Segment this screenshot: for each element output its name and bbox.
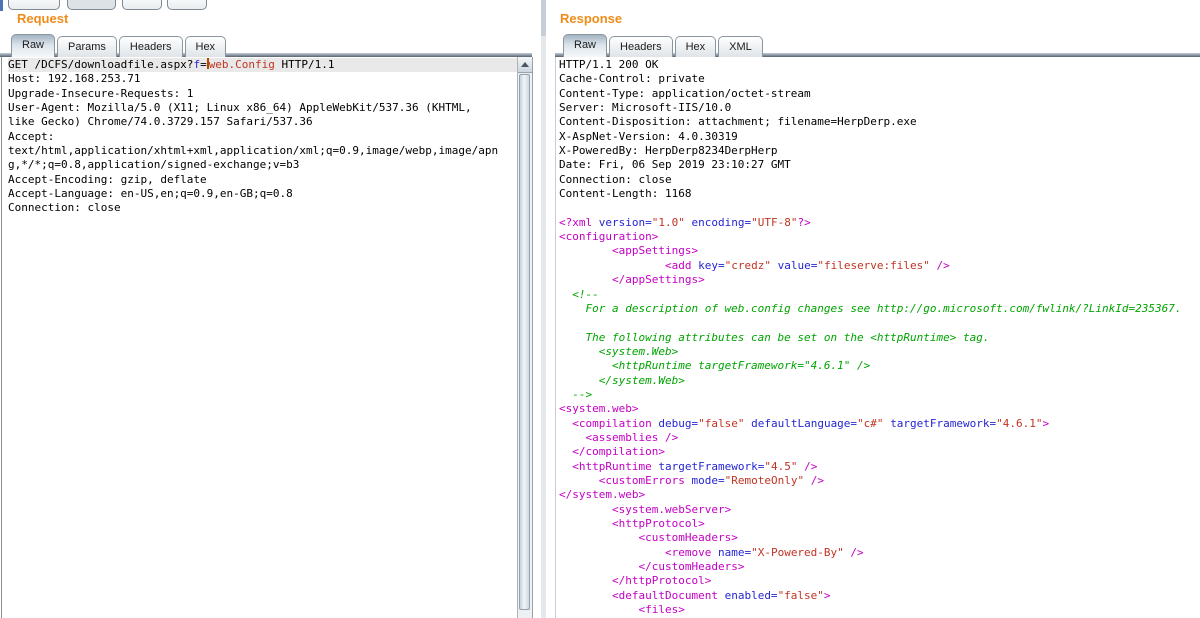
code-line: <httpProtocol> bbox=[559, 517, 1200, 531]
scrollbar-thumb[interactable] bbox=[519, 74, 530, 610]
scroll-up-button[interactable] bbox=[518, 57, 532, 73]
code-line bbox=[559, 316, 1200, 330]
code-line: <compilation debug="false" defaultLangua… bbox=[559, 417, 1200, 431]
code-line: HTTP/1.1 200 OK bbox=[559, 58, 1200, 72]
code-line: <?xml version="1.0" encoding="UTF-8"?> bbox=[559, 216, 1200, 230]
request-raw-text[interactable]: GET /DCFS/downloadfile.aspx?f=web.Config… bbox=[2, 57, 518, 618]
request-tab-bar: RawParamsHeadersHex bbox=[11, 36, 226, 57]
code-line: Server: Microsoft-IIS/10.0 bbox=[559, 101, 1200, 115]
code-line: text/html,application/xhtml+xml,applicat… bbox=[8, 144, 518, 158]
code-line: For a description of web.config changes … bbox=[559, 302, 1200, 316]
toolbar-button-1[interactable] bbox=[8, 0, 60, 10]
code-line: like Gecko) Chrome/74.0.3729.157 Safari/… bbox=[8, 115, 518, 129]
code-line: Accept-Encoding: gzip, deflate bbox=[8, 173, 518, 187]
code-line: Accept: bbox=[8, 130, 518, 144]
code-line: <customHeaders> bbox=[559, 531, 1200, 545]
code-line: </system.web> bbox=[559, 488, 1200, 502]
tab-hex[interactable]: Hex bbox=[675, 36, 717, 57]
up-arrow-icon bbox=[521, 62, 529, 67]
code-line: </httpProtocol> bbox=[559, 574, 1200, 588]
code-line: <defaultDocument enabled="false"> bbox=[559, 589, 1200, 603]
toolbar-button-2[interactable] bbox=[67, 0, 116, 10]
code-line: Content-Type: application/octet-stream bbox=[559, 87, 1200, 101]
code-line: <system.webServer> bbox=[559, 503, 1200, 517]
panel-splitter[interactable] bbox=[541, 0, 546, 618]
code-line: GET /DCFS/downloadfile.aspx?f=web.Config… bbox=[8, 58, 518, 72]
tab-raw[interactable]: Raw bbox=[11, 34, 55, 57]
code-line: <system.Web> bbox=[559, 345, 1200, 359]
request-panel-title: Request bbox=[17, 11, 68, 26]
code-line: </system.Web> bbox=[559, 374, 1200, 388]
code-line: <appSettings> bbox=[559, 244, 1200, 258]
code-line: </appSettings> bbox=[559, 273, 1200, 287]
request-scrollbar[interactable] bbox=[517, 57, 532, 618]
code-line: <add key="credz" value="fileserve:files"… bbox=[559, 259, 1200, 273]
response-raw-text[interactable]: HTTP/1.1 200 OKCache-Control: privateCon… bbox=[556, 57, 1200, 618]
code-line: X-AspNet-Version: 4.0.30319 bbox=[559, 130, 1200, 144]
code-line: The following attributes can be set on t… bbox=[559, 331, 1200, 345]
code-line: <files> bbox=[559, 603, 1200, 617]
response-panel-title: Response bbox=[560, 11, 622, 26]
code-line: <system.web> bbox=[559, 402, 1200, 416]
code-line: </customHeaders> bbox=[559, 560, 1200, 574]
code-line: Connection: close bbox=[559, 173, 1200, 187]
request-editor[interactable]: GET /DCFS/downloadfile.aspx?f=web.Config… bbox=[1, 57, 533, 618]
code-line: --> bbox=[559, 388, 1200, 402]
code-line: X-PoweredBy: HerpDerp8234DerpHerp bbox=[559, 144, 1200, 158]
code-line: Accept-Language: en-US,en;q=0.9,en-GB;q=… bbox=[8, 187, 518, 201]
code-line: Content-Length: 1168 bbox=[559, 187, 1200, 201]
tab-raw[interactable]: Raw bbox=[563, 34, 607, 57]
tab-headers[interactable]: Headers bbox=[119, 36, 183, 57]
toolbar-button-4[interactable] bbox=[167, 0, 207, 10]
code-line: Cache-Control: private bbox=[559, 72, 1200, 86]
code-line: <customErrors mode="RemoteOnly" /> bbox=[559, 474, 1200, 488]
code-line: <!-- bbox=[559, 288, 1200, 302]
code-line: <httpRuntime targetFramework="4.6.1" /> bbox=[559, 359, 1200, 373]
tab-xml[interactable]: XML bbox=[718, 36, 763, 57]
burp-repeater-view: Request RawParamsHeadersHex GET /DCFS/do… bbox=[0, 0, 1200, 618]
tab-headers[interactable]: Headers bbox=[609, 36, 673, 57]
code-line: <configuration> bbox=[559, 230, 1200, 244]
code-line: g,*/*;q=0.8,application/signed-exchange;… bbox=[8, 158, 518, 172]
code-line: Upgrade-Insecure-Requests: 1 bbox=[8, 87, 518, 101]
response-viewer[interactable]: HTTP/1.1 200 OKCache-Control: privateCon… bbox=[555, 57, 1200, 618]
response-tab-bar: RawHeadersHexXML bbox=[563, 36, 763, 57]
tab-params[interactable]: Params bbox=[57, 36, 117, 57]
toolbar-button-3[interactable] bbox=[122, 0, 162, 10]
code-line: <remove name="X-Powered-By" /> bbox=[559, 546, 1200, 560]
code-line: Connection: close bbox=[8, 201, 518, 215]
code-line: <httpRuntime targetFramework="4.5" /> bbox=[559, 460, 1200, 474]
panel-splitter-handle bbox=[541, 0, 546, 36]
code-line: Content-Disposition: attachment; filenam… bbox=[559, 115, 1200, 129]
code-line bbox=[559, 201, 1200, 215]
window-edge-accent bbox=[0, 0, 3, 11]
code-line: </compilation> bbox=[559, 445, 1200, 459]
code-line: Date: Fri, 06 Sep 2019 23:10:27 GMT bbox=[559, 158, 1200, 172]
tab-hex[interactable]: Hex bbox=[185, 36, 227, 57]
code-line: User-Agent: Mozilla/5.0 (X11; Linux x86_… bbox=[8, 101, 518, 115]
code-line: Host: 192.168.253.71 bbox=[8, 72, 518, 86]
code-line: <assemblies /> bbox=[559, 431, 1200, 445]
